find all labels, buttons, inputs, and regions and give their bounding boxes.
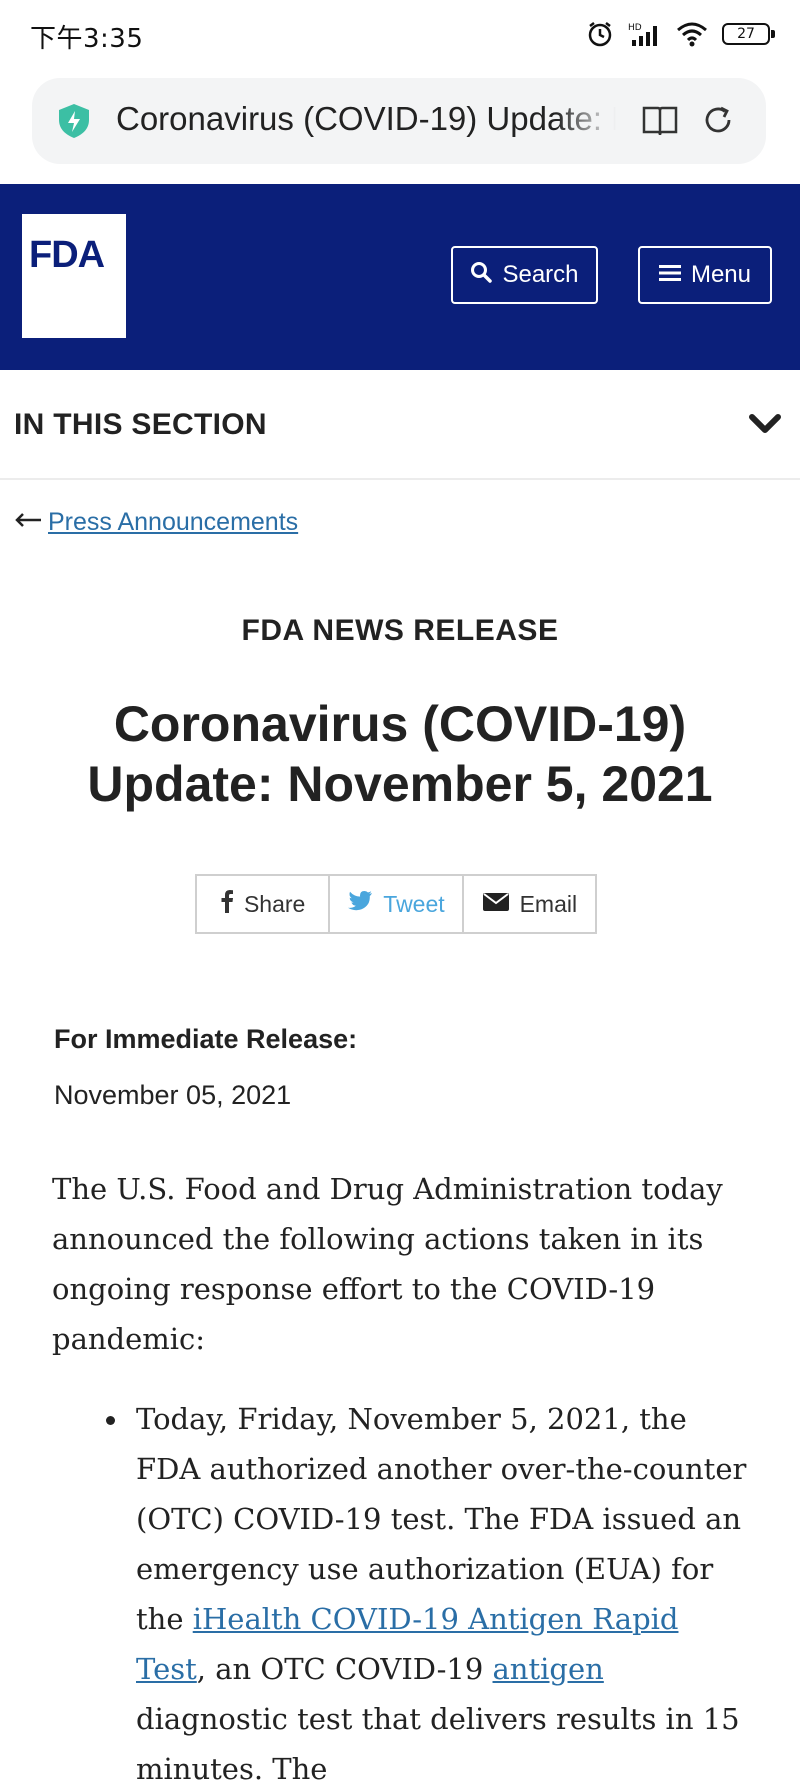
twitter-icon xyxy=(347,890,373,918)
menu-button-label: Menu xyxy=(690,261,752,288)
facebook-icon xyxy=(220,889,234,919)
press-announcements-link[interactable]: Press Announcements xyxy=(48,508,298,537)
headline-line-2: Update: November 5, 2021 xyxy=(87,756,713,812)
intro-paragraph: The U.S. Food and Drug Administration to… xyxy=(52,1172,723,1356)
alarm-icon xyxy=(586,20,614,48)
tweet-button[interactable]: Tweet xyxy=(330,876,464,932)
fda-logo[interactable]: FDA xyxy=(22,214,126,338)
address-bar[interactable]: Coronavirus (COVID-19) Update: November … xyxy=(32,78,766,164)
antigen-link[interactable]: antigen xyxy=(493,1652,604,1686)
tweet-label: Tweet xyxy=(383,890,445,917)
share-bar: Share Tweet Email xyxy=(195,874,597,934)
hamburger-icon xyxy=(658,261,681,289)
page-title-in-address-bar[interactable]: Coronavirus (COVID-19) Update: November … xyxy=(116,100,616,138)
search-icon xyxy=(470,261,493,290)
release-label: For Immediate Release: xyxy=(54,1024,358,1054)
envelope-icon xyxy=(482,891,510,918)
section-label: IN THIS SECTION xyxy=(14,408,267,441)
page-title: Coronavirus (COVID-19) Update: November … xyxy=(40,694,760,814)
search-button-label: Search xyxy=(502,261,579,288)
site-header: FDA Search Menu xyxy=(0,184,800,370)
status-icons: HD 27 xyxy=(586,16,775,52)
status-time: 下午3:35 xyxy=(30,24,144,54)
bullet-text-end: diagnostic test that delivers results in… xyxy=(136,1702,740,1786)
menu-button[interactable]: Menu xyxy=(638,246,772,304)
reader-mode-icon[interactable] xyxy=(640,102,680,143)
bullet-text: Today, Friday, November 5, 2021, the FDA… xyxy=(136,1394,756,1791)
in-this-section-toggle[interactable]: IN THIS SECTION xyxy=(0,372,800,480)
breadcrumb: Press Announcements xyxy=(14,508,298,537)
wifi-icon xyxy=(676,21,708,47)
headline-line-1: Coronavirus (COVID-19) xyxy=(113,696,687,752)
signal-hd-label: HD xyxy=(628,23,642,33)
bullet-text-start: Today, Friday, November 5, 2021, the FDA… xyxy=(136,1402,747,1636)
share-label: Share xyxy=(243,890,306,917)
facebook-share-button[interactable]: Share xyxy=(197,876,331,932)
bullet-text-middle: , an OTC COVID-19 xyxy=(196,1652,493,1686)
bullet-dot xyxy=(106,1416,115,1425)
battery-indicator: 27 xyxy=(722,23,775,45)
secure-shield-icon xyxy=(56,102,92,145)
email-label: Email xyxy=(519,890,578,917)
release-date: November 05, 2021 xyxy=(54,1080,292,1110)
search-button[interactable]: Search xyxy=(451,246,598,304)
cell-signal-icon: HD xyxy=(628,20,662,48)
article-kicker: FDA NEWS RELEASE xyxy=(241,614,559,647)
fda-logo-text: FDA xyxy=(29,234,105,276)
chevron-down-icon[interactable] xyxy=(748,412,782,441)
email-share-button[interactable]: Email xyxy=(464,876,595,932)
reload-icon[interactable] xyxy=(700,102,736,143)
status-bar: 下午3:35 HD 27 xyxy=(0,0,800,68)
arrow-left-icon xyxy=(14,512,42,533)
